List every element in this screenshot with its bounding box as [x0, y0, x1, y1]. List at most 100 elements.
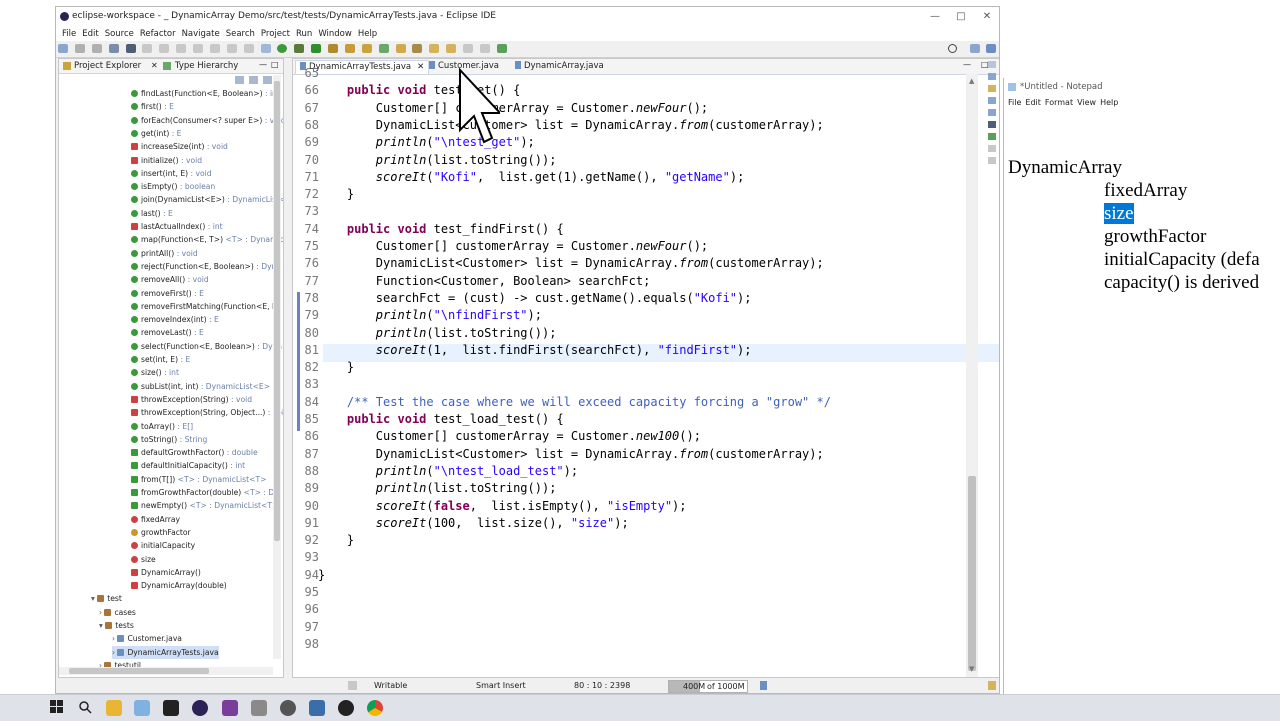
- tree-item[interactable]: insert(int, E) : void: [131, 167, 212, 180]
- suspend-icon[interactable]: [176, 44, 187, 53]
- java-perspective-icon[interactable]: [986, 44, 996, 53]
- tab-type-hierarchy[interactable]: Type Hierarchy: [175, 60, 238, 72]
- terminal-icon[interactable]: [125, 44, 136, 53]
- github-taskbar-icon[interactable]: [338, 700, 354, 716]
- tree-item[interactable]: removeAll() : void: [131, 273, 209, 286]
- search-icon[interactable]: [948, 44, 957, 53]
- tree-item[interactable]: increaseSize(int) : void: [131, 140, 228, 153]
- tree-item[interactable]: removeFirst() : E: [131, 287, 204, 300]
- open-type-icon[interactable]: [395, 44, 406, 53]
- code-line[interactable]: Customer[] customerArray = Customer.newF…: [318, 238, 708, 255]
- tree-item[interactable]: DynamicArray(): [131, 566, 201, 579]
- pin-editor-icon[interactable]: [496, 44, 507, 53]
- tree-scroll-thumb[interactable]: [274, 81, 280, 541]
- minimize-panel-icon[interactable]: —: [259, 60, 267, 69]
- javadoc-icon[interactable]: [988, 97, 996, 104]
- skip-breakpoints-icon[interactable]: [142, 44, 153, 53]
- maximize-panel-icon[interactable]: □: [271, 60, 279, 69]
- view-menu-icon[interactable]: [263, 76, 272, 84]
- garbage-collect-icon[interactable]: [760, 681, 767, 690]
- tree-item[interactable]: initialCapacity: [131, 539, 195, 552]
- next-annotation-icon[interactable]: [446, 44, 457, 53]
- notification-icon[interactable]: [988, 681, 996, 690]
- tree-item[interactable]: defaultGrowthFactor() : double: [131, 446, 258, 459]
- tree-item[interactable]: › Customer.java: [112, 632, 182, 645]
- close-tab-icon[interactable]: ✕: [417, 62, 424, 72]
- tree-item[interactable]: initialize() : void: [131, 154, 202, 167]
- code-line[interactable]: }: [318, 186, 354, 203]
- minimize-button[interactable]: —: [922, 9, 948, 25]
- minimize-editor-icon[interactable]: —: [963, 60, 971, 69]
- eclipse-title-bar[interactable]: eclipse-workspace - _ DynamicArray Demo/…: [56, 7, 999, 27]
- menu-item-file[interactable]: File: [62, 27, 76, 41]
- code-line[interactable]: scoreIt(100, list.size(), "size");: [318, 515, 629, 532]
- forward-icon[interactable]: [479, 44, 490, 53]
- tree-item[interactable]: subList(int, int) : DynamicList<E>: [131, 380, 270, 393]
- menu-item-source[interactable]: Source: [105, 27, 134, 41]
- tree-item[interactable]: join(DynamicList<E>) : DynamicList<E>: [131, 193, 283, 206]
- code-line[interactable]: Customer[] customerArray = Customer.newF…: [318, 100, 708, 117]
- code-area[interactable]: 65 66 67 68 69 70 71 72 73 74 75 76 77 78 79 80 81 82 83 84…: [293, 66, 965, 677]
- tree-item[interactable]: forEach(Consumer<? super E>) : void: [131, 114, 283, 127]
- menu-item-project[interactable]: Project: [261, 27, 290, 41]
- code-line[interactable]: }: [318, 359, 354, 376]
- tree-item[interactable]: size: [131, 553, 156, 566]
- terminate-icon[interactable]: [193, 44, 203, 53]
- code-line[interactable]: public void test_load_test() {: [318, 411, 564, 428]
- tree-item[interactable]: removeFirstMatching(Function<E, B: [131, 300, 277, 313]
- maximize-button[interactable]: □: [948, 9, 974, 25]
- tree-item[interactable]: removeIndex(int) : E: [131, 313, 219, 326]
- tab-project-explorer[interactable]: Project Explorer: [74, 60, 141, 72]
- code-line[interactable]: println("\nfindFirst");: [318, 307, 542, 324]
- tree-item[interactable]: toArray() : E[]: [131, 420, 193, 433]
- menu-item-navigate[interactable]: Navigate: [182, 27, 220, 41]
- link-editor-icon[interactable]: [249, 76, 258, 84]
- code-line[interactable]: }: [318, 567, 325, 584]
- code-line[interactable]: }: [318, 532, 354, 549]
- tree-item[interactable]: fixedArray: [131, 513, 180, 526]
- tree-item[interactable]: removeLast() : E: [131, 326, 204, 339]
- notepad-menu-help[interactable]: Help: [1100, 96, 1118, 109]
- perspective-icon[interactable]: [970, 44, 980, 53]
- console-icon[interactable]: [988, 121, 996, 128]
- new-class-icon[interactable]: [378, 44, 389, 53]
- code-line[interactable]: println("\ntest_get");: [318, 134, 535, 151]
- new-java-project-icon[interactable]: [344, 44, 355, 53]
- print-icon[interactable]: [108, 44, 119, 53]
- code-line[interactable]: println(list.toString());: [318, 152, 557, 169]
- search-taskbar-icon[interactable]: [78, 700, 94, 716]
- tree-item[interactable]: findLast(Function<E, Boolean>) : int: [131, 87, 280, 100]
- toggle-view-icon[interactable]: [260, 44, 271, 53]
- menu-item-help[interactable]: Help: [358, 27, 377, 41]
- new-package-icon[interactable]: [361, 44, 372, 53]
- code-line[interactable]: searchFct = (cust) -> cust.getName().equ…: [318, 290, 752, 307]
- close-button[interactable]: ✕: [974, 9, 999, 25]
- editor-scroll-thumb[interactable]: [968, 476, 976, 671]
- notepad-menu-view[interactable]: View: [1077, 96, 1096, 109]
- notepad-menu-file[interactable]: File: [1008, 96, 1021, 109]
- tree-item[interactable]: last() : E: [131, 207, 173, 220]
- scroll-up-icon[interactable]: ▲: [969, 77, 974, 85]
- window-taskbar-icon[interactable]: [309, 700, 325, 716]
- tasks-icon[interactable]: [988, 145, 996, 152]
- menu-item-edit[interactable]: Edit: [82, 27, 98, 41]
- tree-item[interactable]: isEmpty() : boolean: [131, 180, 215, 193]
- code-line[interactable]: public void test_findFirst() {: [318, 221, 564, 238]
- resume-icon[interactable]: [159, 44, 170, 53]
- code-line[interactable]: scoreIt(1, list.findFirst(searchFct), "f…: [318, 342, 752, 359]
- tree-hscroll-thumb[interactable]: [69, 668, 209, 674]
- tree-item[interactable]: from(T[]) <T> : DynamicList<T>: [131, 473, 266, 486]
- chrome-taskbar-icon[interactable]: [367, 700, 383, 716]
- new-icon[interactable]: [58, 44, 68, 53]
- notepad-taskbar-icon[interactable]: [134, 700, 150, 716]
- tree-item[interactable]: throwException(String, Object...) : voi: [131, 406, 283, 419]
- tree-item[interactable]: size() : int: [131, 366, 179, 379]
- code-line[interactable]: DynamicList<Customer> list = DynamicArra…: [318, 255, 824, 272]
- tree-item[interactable]: map(Function<E, T>) <T> : Dynamic: [131, 233, 283, 246]
- notepad-title-bar[interactable]: *Untitled - Notepad: [1004, 78, 1280, 96]
- code-line[interactable]: DynamicList<Customer> list = DynamicArra…: [318, 117, 824, 134]
- close-tab-icon[interactable]: ✕: [151, 61, 158, 70]
- scroll-down-icon[interactable]: ▼: [969, 665, 974, 673]
- tool-taskbar-icon[interactable]: [222, 700, 238, 716]
- tree-item[interactable]: DynamicArray(double): [131, 579, 227, 592]
